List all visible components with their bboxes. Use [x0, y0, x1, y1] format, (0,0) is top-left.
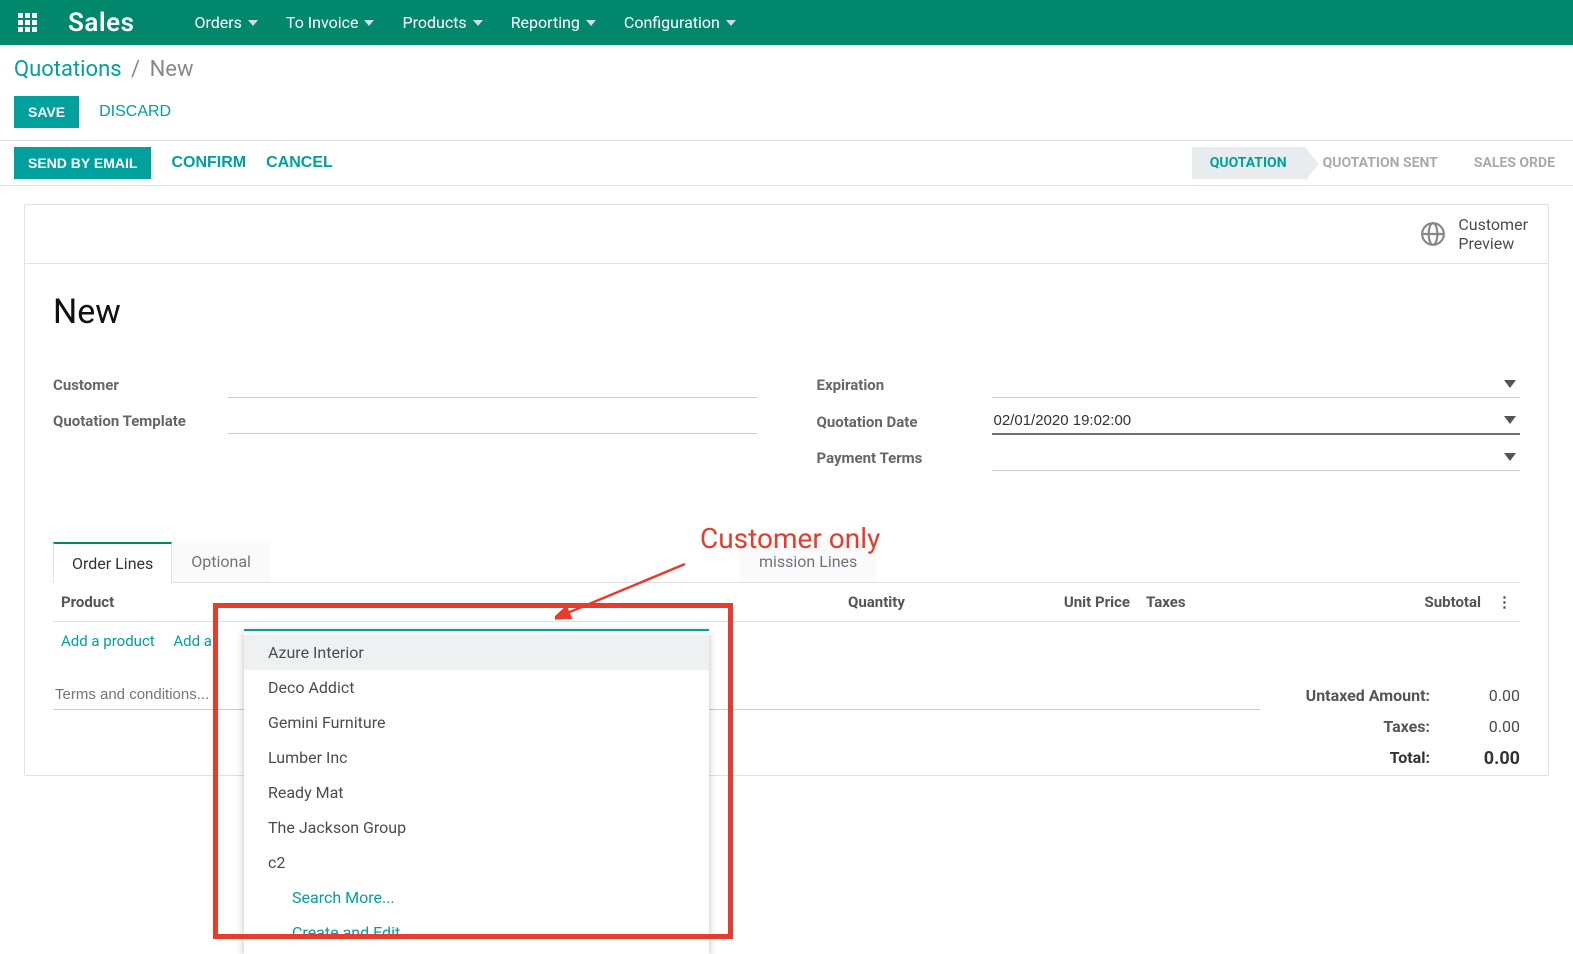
- nav-reporting[interactable]: Reporting: [511, 13, 596, 32]
- field-label: Quotation Template: [53, 412, 228, 430]
- breadcrumb-current: New: [150, 57, 194, 82]
- breadcrumb-sep: /: [131, 57, 140, 82]
- caret-down-icon: [726, 20, 736, 26]
- app-brand[interactable]: Sales: [68, 8, 134, 38]
- discard-button[interactable]: DISCARD: [99, 103, 171, 121]
- caret-down-icon: [586, 20, 596, 26]
- taxes-label: Taxes:: [1383, 717, 1430, 736]
- field-wrap: [228, 408, 757, 434]
- col-subtotal: Subtotal: [1290, 583, 1489, 622]
- tab-commission-lines[interactable]: mission Lines: [740, 541, 876, 582]
- customer-input[interactable]: [228, 372, 757, 398]
- nav-orders[interactable]: Orders: [194, 13, 257, 32]
- caret-down-icon: [248, 20, 258, 26]
- add-product-link[interactable]: Add a product: [61, 632, 155, 650]
- nav-products[interactable]: Products: [402, 13, 482, 32]
- record-title: New: [53, 292, 1520, 332]
- field-quotation-template: Quotation Template: [53, 408, 757, 434]
- status-steps: QUOTATION QUOTATION SENT SALES ORDE: [1192, 147, 1573, 179]
- nav-to-invoice[interactable]: To Invoice: [286, 13, 375, 32]
- dropdown-option[interactable]: Azure Interior: [244, 635, 709, 670]
- add-alt-link[interactable]: Add a: [173, 632, 212, 650]
- form-col-left: Customer Quotation Template: [53, 372, 757, 481]
- field-label: Expiration: [817, 376, 992, 394]
- apps-icon[interactable]: [16, 12, 38, 34]
- dropdown-search-more[interactable]: Search More...: [244, 880, 709, 915]
- quotation-template-input[interactable]: [228, 408, 757, 434]
- dropdown-option[interactable]: The Jackson Group: [244, 810, 709, 845]
- field-label: Customer: [53, 376, 228, 394]
- customer-preview-button[interactable]: Customer Preview: [1420, 215, 1528, 253]
- taxes-amount: 0.00: [1460, 717, 1520, 736]
- dropdown-option[interactable]: Gemini Furniture: [244, 705, 709, 740]
- form-grid: Customer Quotation Template Expi: [53, 372, 1520, 481]
- totals-cell: Untaxed Amount: 0.00 Taxes: 0.00 Total: …: [1260, 680, 1520, 775]
- col-product: Product: [53, 583, 713, 622]
- dropdown-option[interactable]: Lumber Inc: [244, 740, 709, 775]
- status-actions: SEND BY EMAIL CONFIRM CANCEL: [14, 147, 333, 179]
- expiration-input[interactable]: [992, 372, 1521, 398]
- field-quotation-date: Quotation Date: [817, 408, 1521, 435]
- nav-menu: Orders To Invoice Products Reporting Con…: [194, 13, 735, 32]
- caret-down-icon: [364, 20, 374, 26]
- confirm-button[interactable]: CONFIRM: [171, 154, 246, 172]
- total-row-untaxed: Untaxed Amount: 0.00: [1260, 680, 1520, 711]
- total-label: Total:: [1390, 748, 1430, 769]
- nav-label: Configuration: [624, 13, 720, 32]
- col-taxes: Taxes: [1138, 583, 1290, 622]
- dropdown-option[interactable]: c2: [244, 845, 709, 880]
- untaxed-amount: 0.00: [1460, 686, 1520, 705]
- total-row-total: Total: 0.00: [1260, 742, 1520, 775]
- form-col-right: Expiration Quotation Date: [817, 372, 1521, 481]
- header-buttons: SAVE DISCARD: [14, 96, 1559, 128]
- dropdown-create-edit[interactable]: Create and Edit...: [244, 915, 709, 950]
- customer-preview-label: Customer Preview: [1458, 215, 1528, 253]
- breadcrumb-area: Quotations / New SAVE DISCARD: [0, 45, 1573, 141]
- total-amount: 0.00: [1460, 748, 1520, 769]
- field-wrap: [228, 372, 757, 398]
- caret-down-icon: [473, 20, 483, 26]
- save-button[interactable]: SAVE: [14, 96, 79, 128]
- col-quantity: Quantity: [713, 583, 913, 622]
- preview-line2: Preview: [1458, 234, 1528, 253]
- status-step-quotation[interactable]: QUOTATION: [1192, 147, 1305, 179]
- table-header-row: Product Quantity Unit Price Taxes Subtot…: [53, 583, 1520, 622]
- quotation-date-input[interactable]: [992, 408, 1521, 435]
- columns-menu-icon[interactable]: ⋮: [1489, 583, 1520, 622]
- field-payment-terms: Payment Terms: [817, 445, 1521, 471]
- sheet-header: Customer Preview: [25, 205, 1548, 264]
- globe-icon: [1420, 221, 1446, 247]
- dropdown-option[interactable]: Ready Mat: [244, 775, 709, 810]
- field-customer: Customer: [53, 372, 757, 398]
- field-wrap: [992, 372, 1521, 398]
- nav-label: To Invoice: [286, 13, 359, 32]
- status-step-quotation-sent[interactable]: QUOTATION SENT: [1305, 147, 1456, 179]
- field-wrap: [992, 445, 1521, 471]
- nav-label: Orders: [194, 13, 241, 32]
- nav-configuration[interactable]: Configuration: [624, 13, 736, 32]
- field-label: Payment Terms: [817, 449, 992, 467]
- field-wrap: [992, 408, 1521, 435]
- breadcrumb-link[interactable]: Quotations: [14, 57, 122, 82]
- dropdown-option[interactable]: Deco Addict: [244, 670, 709, 705]
- send-by-email-button[interactable]: SEND BY EMAIL: [14, 147, 151, 179]
- breadcrumb: Quotations / New: [14, 57, 1559, 82]
- tab-order-lines[interactable]: Order Lines: [53, 542, 172, 583]
- status-step-sales-order[interactable]: SALES ORDE: [1456, 147, 1573, 179]
- cancel-button[interactable]: CANCEL: [266, 154, 333, 172]
- tab-optional[interactable]: Optional: [172, 541, 270, 582]
- col-unit-price: Unit Price: [913, 583, 1138, 622]
- nav-label: Reporting: [511, 13, 580, 32]
- top-navbar: Sales Orders To Invoice Products Reporti…: [0, 0, 1573, 45]
- status-bar: SEND BY EMAIL CONFIRM CANCEL QUOTATION Q…: [0, 141, 1573, 186]
- customer-dropdown: Azure Interior Deco Addict Gemini Furnit…: [244, 629, 709, 954]
- field-label: Quotation Date: [817, 413, 992, 431]
- payment-terms-input[interactable]: [992, 445, 1521, 471]
- preview-line1: Customer: [1458, 215, 1528, 234]
- nav-label: Products: [402, 13, 466, 32]
- total-row-taxes: Taxes: 0.00: [1260, 711, 1520, 742]
- order-tabs: Order Lines Optional mission Lines: [53, 541, 1520, 583]
- untaxed-label: Untaxed Amount:: [1306, 686, 1430, 705]
- field-expiration: Expiration: [817, 372, 1521, 398]
